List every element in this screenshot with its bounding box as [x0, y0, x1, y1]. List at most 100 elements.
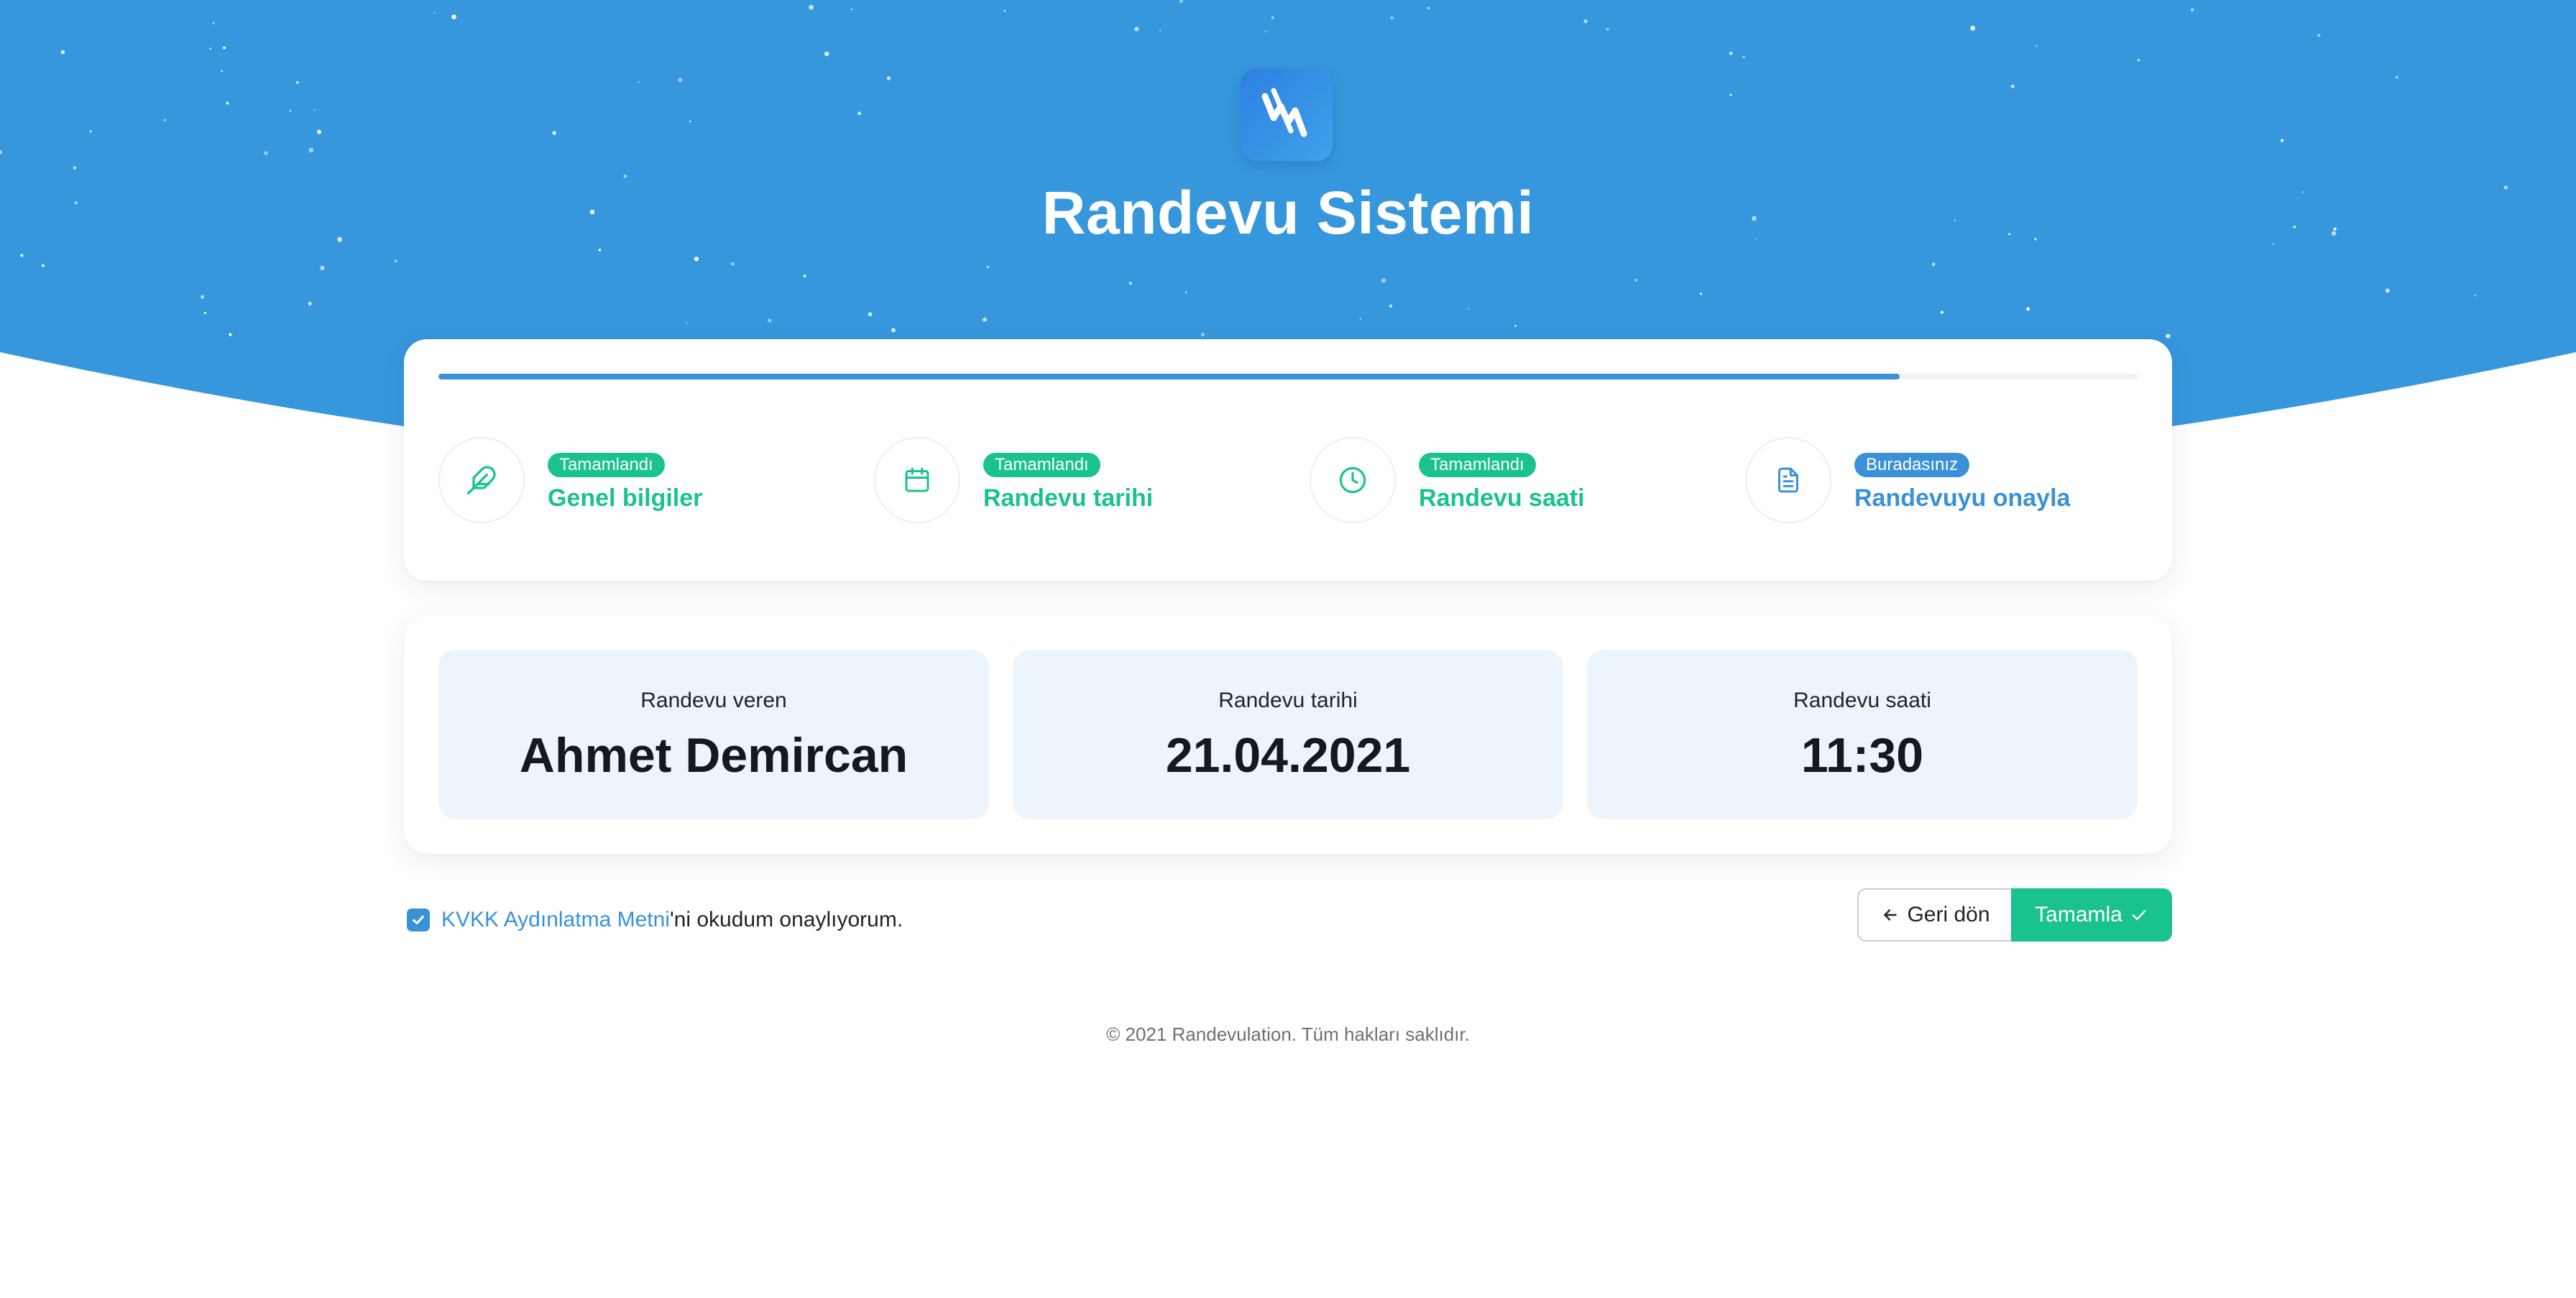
star-decoration [316, 129, 322, 134]
app-logo-icon [1241, 69, 1333, 161]
summary-card: Randevu veren Ahmet Demircan Randevu tar… [404, 615, 2172, 854]
star-decoration [1514, 324, 1517, 328]
star-decoration [41, 264, 45, 267]
star-decoration [1271, 16, 1274, 19]
star-decoration [1390, 16, 1394, 19]
status-badge: Buradasınız [1854, 453, 1970, 477]
back-button-label: Geri dön [1907, 903, 1990, 926]
star-decoration [433, 11, 436, 14]
check-icon [413, 915, 424, 925]
star-decoration [809, 4, 814, 10]
star-decoration [857, 111, 862, 116]
star-decoration [2190, 8, 2194, 11]
back-button[interactable]: Geri dön [1857, 888, 2012, 942]
complete-button-label: Tamamla [2035, 903, 2122, 926]
step-confirm-appointment[interactable]: Buradasınız Randevuyu onayla [1745, 437, 2148, 523]
star-decoration [221, 70, 224, 73]
step-appointment-date[interactable]: Tamamlandı Randevu tarihi [874, 437, 1276, 523]
kvkk-consent: KVKK Aydınlatma Metni 'ni okudum onaylıy… [407, 907, 903, 933]
star-decoration [598, 249, 602, 252]
star-decoration [451, 14, 456, 19]
tile-label: Randevu saati [1793, 689, 1931, 712]
star-decoration [1940, 310, 1944, 314]
star-decoration [983, 317, 988, 322]
document-icon [1745, 437, 1831, 523]
star-decoration [2166, 333, 2171, 339]
star-decoration [2317, 34, 2321, 37]
star-decoration [1200, 332, 1205, 337]
star-decoration [678, 78, 683, 83]
star-decoration [1381, 278, 1386, 283]
star-decoration [768, 318, 772, 323]
progress-fill [438, 374, 1900, 379]
star-decoration [1468, 308, 1470, 310]
steps-card: Tamamlandı Genel bilgiler Tamamlandı Ran… [404, 339, 2172, 581]
star-decoration [295, 80, 299, 84]
star-decoration [2026, 307, 2030, 311]
star-decoration [850, 8, 853, 11]
step-label: Randevuyu onayla [1854, 484, 2071, 512]
star-decoration [394, 259, 397, 263]
star-decoration [891, 328, 896, 333]
star-decoration [1729, 51, 1733, 55]
star-decoration [623, 174, 627, 178]
star-decoration [1185, 291, 1187, 294]
consent-text: 'ni okudum onaylıyorum. [669, 908, 903, 931]
star-decoration [229, 333, 232, 336]
tile-value: Ahmet Demircan [519, 728, 908, 783]
star-decoration [686, 322, 688, 324]
star-decoration [986, 266, 989, 269]
tile-label: Randevu tarihi [1218, 689, 1358, 712]
feather-icon [438, 437, 525, 523]
step-general-info[interactable]: Tamamlandı Genel bilgiler [438, 437, 841, 523]
kvkk-link[interactable]: KVKK Aydınlatma Metni [441, 908, 670, 932]
step-label: Randevu saati [1419, 484, 1585, 512]
star-decoration [2385, 288, 2390, 293]
star-decoration [638, 81, 640, 83]
summary-tile-time: Randevu saati 11:30 [1587, 650, 2138, 819]
tile-value: 11:30 [1800, 728, 1924, 783]
status-badge: Tamamlandı [983, 453, 1100, 477]
star-decoration [2035, 45, 2038, 47]
footer-copyright: © 2021 Randevulation. Tüm hakları saklıd… [1106, 1023, 1470, 1045]
step-appointment-time[interactable]: Tamamlandı Randevu saati [1310, 437, 1712, 523]
complete-button[interactable]: Tamamla [2011, 888, 2172, 942]
star-decoration [2010, 84, 2015, 88]
star-decoration [868, 312, 873, 317]
star-decoration [264, 151, 268, 156]
star-decoration [313, 109, 316, 111]
star-decoration [2281, 139, 2284, 142]
star-decoration [2474, 294, 2477, 297]
star-decoration [73, 166, 76, 170]
star-decoration [1583, 19, 1588, 24]
star-decoration [1606, 27, 1609, 31]
star-decoration [2396, 75, 2398, 79]
summary-tile-date: Randevu tarihi 21.04.2021 [1013, 650, 1563, 819]
progress-bar [438, 374, 2138, 379]
star-decoration [1264, 30, 1266, 32]
calendar-icon [874, 437, 960, 523]
star-decoration [308, 147, 314, 153]
star-decoration [89, 130, 92, 133]
star-decoration [689, 120, 691, 123]
star-decoration [2137, 58, 2140, 62]
star-decoration [1128, 282, 1132, 285]
star-decoration [1359, 318, 1361, 320]
star-decoration [1159, 29, 1162, 32]
star-decoration [320, 265, 325, 270]
status-badge: Tamamlandı [548, 453, 665, 477]
star-decoration [223, 46, 226, 50]
star-decoration [886, 76, 891, 80]
star-decoration [1427, 6, 1430, 10]
tile-label: Randevu veren [640, 689, 787, 712]
star-decoration [1931, 262, 1936, 267]
star-decoration [1700, 293, 1703, 295]
star-decoration [20, 254, 24, 257]
star-decoration [1134, 27, 1139, 32]
consent-checkbox[interactable] [407, 908, 430, 931]
star-decoration [203, 311, 206, 314]
star-decoration [212, 22, 215, 24]
star-decoration [1389, 304, 1393, 308]
step-label: Genel bilgiler [548, 484, 703, 512]
star-decoration [164, 119, 167, 121]
